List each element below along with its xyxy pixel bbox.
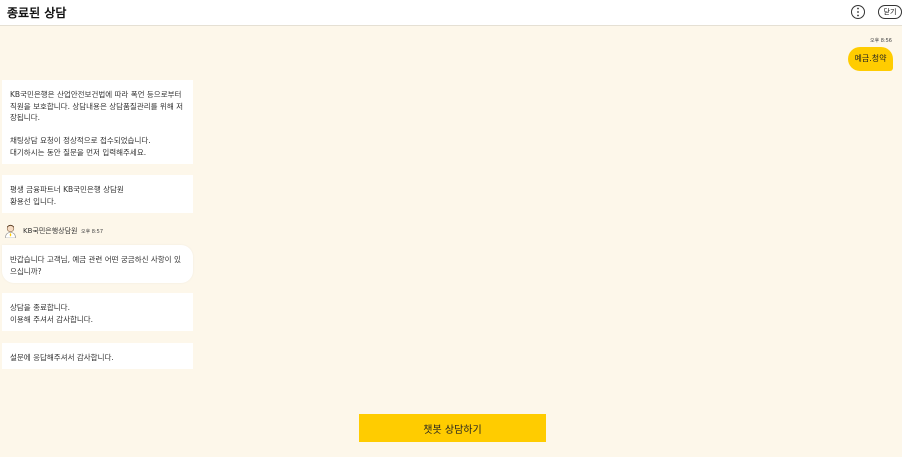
agent-message-end: 상담을 종료합니다. 이용해 주셔서 감사합니다. (2, 293, 193, 331)
more-options-button[interactable] (851, 5, 865, 19)
user-message-bubble: 예금.청약 (848, 47, 893, 71)
page-title: 종료된 상담 (7, 6, 67, 20)
message-line: 직원을 보호합니다. 상담내용은 상담품질관리를 위해 저 (10, 101, 184, 111)
message-line: 장됩니다. (10, 113, 40, 122)
message-line: KB국민은행은 산업안전보건법에 따라 폭언 등으로부터 (10, 90, 182, 99)
user-message-time: 오후 8:56 (869, 38, 892, 44)
message-line: 황용선 입니다. (10, 196, 57, 206)
message-line: 반갑습니다 고객님, 예금 관련 어떤 궁금하신 사항이 있 (10, 255, 181, 264)
agent-message-survey: 설문에 응답해주셔서 감사합니다. (2, 343, 193, 369)
agent-message-time: 오후 8:57 (81, 229, 104, 235)
agent-name: KB국민은행상담원 (23, 227, 78, 235)
message-line: 대기하시는 동안 질문을 먼저 입력해주세요. (10, 147, 147, 157)
message-line: 평생 금융파트너 KB국민은행 상담원 (10, 185, 124, 194)
close-button[interactable]: 닫기 (878, 5, 902, 19)
agent-header: KB국민은행상담원 오후 8:57 (4, 224, 204, 238)
message-line: 상담을 종료합니다. (10, 303, 70, 312)
message-line: 이용해 주셔서 감사합니다. (10, 314, 94, 324)
bot-message-notice: KB국민은행은 산업안전보건법에 따라 폭언 등으로부터 직원을 보호합니다. … (2, 80, 193, 164)
message-line: 설문에 응답해주셔서 감사합니다. (10, 353, 114, 362)
agent-message-greeting: 반갑습니다 고객님, 예금 관련 어떤 궁금하신 사항이 있 으십니까? (2, 245, 193, 283)
message-line: 으십니까? (10, 266, 42, 276)
chatbot-consult-button[interactable]: 챗봇 상담하기 (359, 414, 546, 442)
bot-message-agent-intro: 평생 금융파트너 KB국민은행 상담원 황용선 입니다. (2, 175, 193, 213)
more-vertical-icon (857, 7, 859, 17)
agent-avatar-icon (5, 224, 16, 238)
header-bar: 종료된 상담 닫기 (0, 0, 902, 26)
message-line: 채팅상담 요청이 정상적으로 접수되었습니다. (10, 136, 151, 145)
